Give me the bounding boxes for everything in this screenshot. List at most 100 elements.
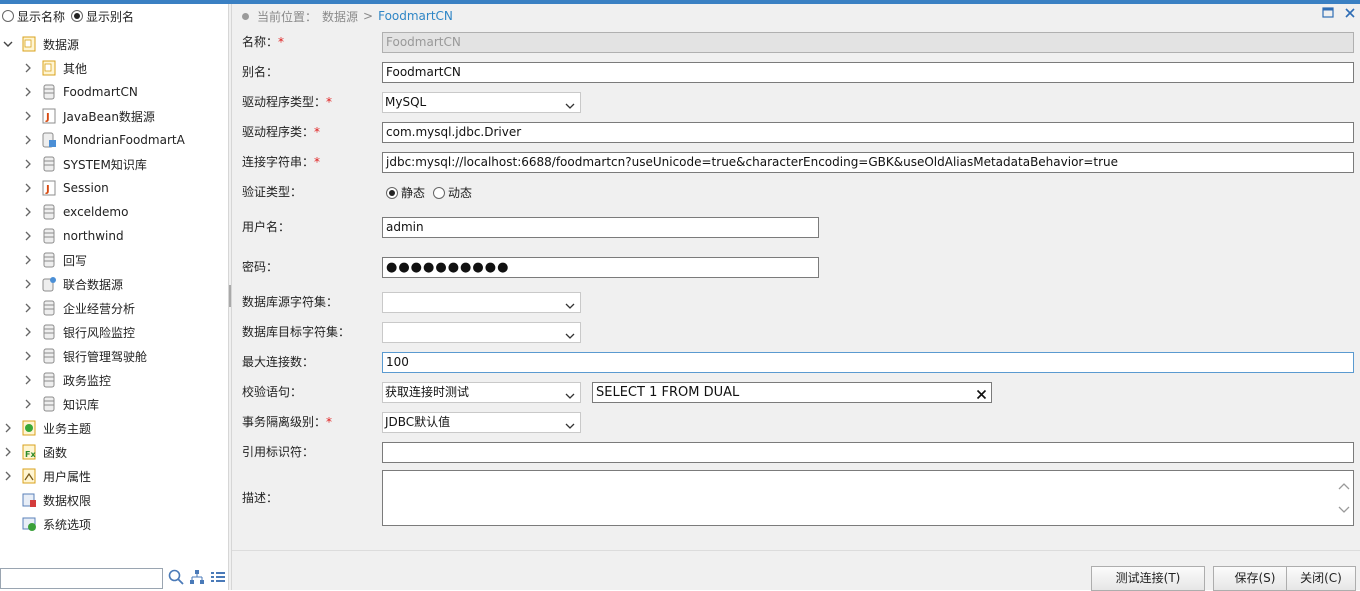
tree-node-exceldemo[interactable]: exceldemo	[22, 200, 128, 224]
chevron-right-icon[interactable]	[22, 182, 34, 194]
chevron-right-icon[interactable]	[22, 110, 34, 122]
chevron-down-icon	[565, 388, 575, 407]
tree-node-system-options[interactable]: 系统选项	[2, 512, 91, 536]
datasource-editor: 当前位置： 数据源 > FoodmartCN 名称：* FoodmartCN 别…	[232, 4, 1360, 591]
alias-label: 别名：	[242, 65, 279, 79]
tree-node-session[interactable]: J Session	[22, 176, 109, 200]
tree-search-area	[0, 567, 228, 589]
chevron-right-icon[interactable]	[22, 254, 34, 266]
auth-dynamic-option[interactable]: 动态	[433, 184, 472, 201]
connection-string-field[interactable]: jdbc:mysql://localhost:6688/foodmartcn?u…	[382, 152, 1354, 173]
tree-node-datasource-root[interactable]: 数据源	[2, 32, 79, 56]
breadcrumb-dot-icon	[242, 12, 249, 20]
scroll-up-icon[interactable]	[1338, 480, 1350, 494]
tree-node-other[interactable]: 其他	[22, 56, 87, 80]
check-sql-field[interactable]: SELECT 1 FROM DUAL	[592, 382, 992, 403]
chevron-down-icon	[565, 328, 575, 347]
chevron-right-icon[interactable]	[22, 398, 34, 410]
tree-node-javabean[interactable]: J JavaBean数据源	[22, 104, 155, 128]
show-name-radio[interactable]	[2, 10, 14, 22]
connection-string-label: 连接字符串：*	[242, 155, 321, 169]
tree-node-writeback[interactable]: 回写	[22, 248, 87, 272]
isolation-level-label: 事务隔离级别：*	[242, 415, 333, 429]
scroll-down-icon[interactable]	[1338, 504, 1350, 518]
isolation-level-select[interactable]: JDBC默认值	[382, 412, 581, 433]
database-icon	[42, 84, 57, 100]
check-mode-select[interactable]: 获取连接时测试	[382, 382, 581, 403]
show-alias-radio[interactable]	[71, 10, 84, 22]
auth-dynamic-radio[interactable]	[433, 186, 446, 199]
splitter-grip[interactable]	[229, 285, 231, 307]
max-connections-field[interactable]: 100	[382, 352, 1354, 373]
driver-type-label: 驱动程序类型：*	[242, 95, 333, 109]
maximize-icon[interactable]	[1322, 7, 1334, 22]
user-attribute-icon	[22, 468, 37, 484]
driver-class-label: 驱动程序类：*	[242, 125, 321, 139]
chevron-down-icon[interactable]	[2, 38, 14, 50]
save-button[interactable]: 保存(S)	[1213, 566, 1297, 591]
tree-node-user-attr[interactable]: 用户属性	[2, 464, 91, 488]
footer-bar: 测试连接(T) 保存(S) 关闭(C)	[232, 550, 1360, 591]
close-button[interactable]: 关闭(C)	[1286, 566, 1356, 591]
window-controls	[1322, 7, 1356, 22]
description-field[interactable]	[382, 470, 1354, 526]
tree-node-function[interactable]: Fx 函数	[2, 440, 67, 464]
auth-type-label: 验证类型：	[242, 185, 303, 199]
show-name-option[interactable]: 显示名称	[2, 8, 65, 25]
test-connection-button[interactable]: 测试连接(T)	[1091, 566, 1205, 591]
clear-icon[interactable]	[976, 387, 987, 402]
password-field[interactable]: ●●●●●●●●●●	[382, 257, 819, 278]
tree-node-knowledge[interactable]: 知识库	[22, 392, 99, 416]
tree-node-mondrian[interactable]: MondrianFoodmartA	[22, 128, 185, 152]
tree-node-government[interactable]: 政务监控	[22, 368, 111, 392]
target-charset-label: 数据库目标字符集：	[242, 325, 351, 339]
tree-node-enterprise[interactable]: 企业经营分析	[22, 296, 135, 320]
database-icon	[42, 204, 57, 220]
chevron-right-icon[interactable]	[22, 206, 34, 218]
search-icon[interactable]	[168, 569, 184, 588]
name-field[interactable]: FoodmartCN	[382, 32, 1354, 53]
chevron-right-icon[interactable]	[2, 422, 14, 434]
chevron-right-icon[interactable]	[22, 326, 34, 338]
show-alias-option[interactable]: 显示别名	[71, 8, 134, 25]
tree-node-system[interactable]: SYSTEM知识库	[22, 152, 147, 176]
quote-identifier-field[interactable]	[382, 442, 1354, 463]
alias-field[interactable]: FoodmartCN	[382, 62, 1354, 83]
chevron-right-icon[interactable]	[22, 62, 34, 74]
business-theme-icon	[22, 420, 37, 436]
username-field[interactable]: admin	[382, 217, 819, 238]
database-icon	[42, 252, 57, 268]
chevron-right-icon[interactable]	[22, 158, 34, 170]
driver-class-field[interactable]: com.mysql.jdbc.Driver	[382, 122, 1354, 143]
tree-node-foodmartcn[interactable]: FoodmartCN	[22, 80, 138, 104]
tree-node-data-permission[interactable]: 数据权限	[2, 488, 91, 512]
target-charset-select[interactable]	[382, 322, 581, 343]
chevron-right-icon[interactable]	[22, 134, 34, 146]
chevron-right-icon[interactable]	[22, 350, 34, 362]
tree-node-bank-cockpit[interactable]: 银行管理驾驶舱	[22, 344, 147, 368]
tree-search-input[interactable]	[0, 567, 163, 589]
list-view-icon[interactable]	[210, 569, 226, 588]
max-connections-label: 最大连接数：	[242, 355, 315, 369]
auth-static-option[interactable]: 静态	[386, 184, 425, 201]
left-panel: 显示名称 显示别名 数据源 其他 FoodmartCN J JavaBean数据…	[0, 4, 228, 590]
driver-type-select[interactable]: MySQL	[382, 92, 581, 113]
auth-static-radio[interactable]	[386, 186, 398, 199]
chevron-right-icon[interactable]	[2, 446, 14, 458]
source-charset-select[interactable]	[382, 292, 581, 313]
tree-node-business-theme[interactable]: 业务主题	[2, 416, 91, 440]
close-icon[interactable]	[1344, 7, 1356, 22]
tree-view-icon[interactable]	[189, 569, 205, 588]
tree-node-northwind[interactable]: northwind	[22, 224, 124, 248]
chevron-right-icon[interactable]	[22, 302, 34, 314]
breadcrumb-parent[interactable]: 数据源	[322, 8, 358, 25]
tree-node-bank-risk[interactable]: 银行风险监控	[22, 320, 135, 344]
chevron-right-icon[interactable]	[2, 470, 14, 482]
chevron-right-icon[interactable]	[22, 230, 34, 242]
breadcrumb: 当前位置： 数据源 > FoodmartCN	[242, 8, 458, 24]
chevron-right-icon[interactable]	[22, 86, 34, 98]
chevron-right-icon[interactable]	[22, 278, 34, 290]
chevron-right-icon[interactable]	[22, 374, 34, 386]
name-label: 名称：*	[242, 35, 285, 49]
tree-node-union[interactable]: 联合数据源	[22, 272, 123, 296]
